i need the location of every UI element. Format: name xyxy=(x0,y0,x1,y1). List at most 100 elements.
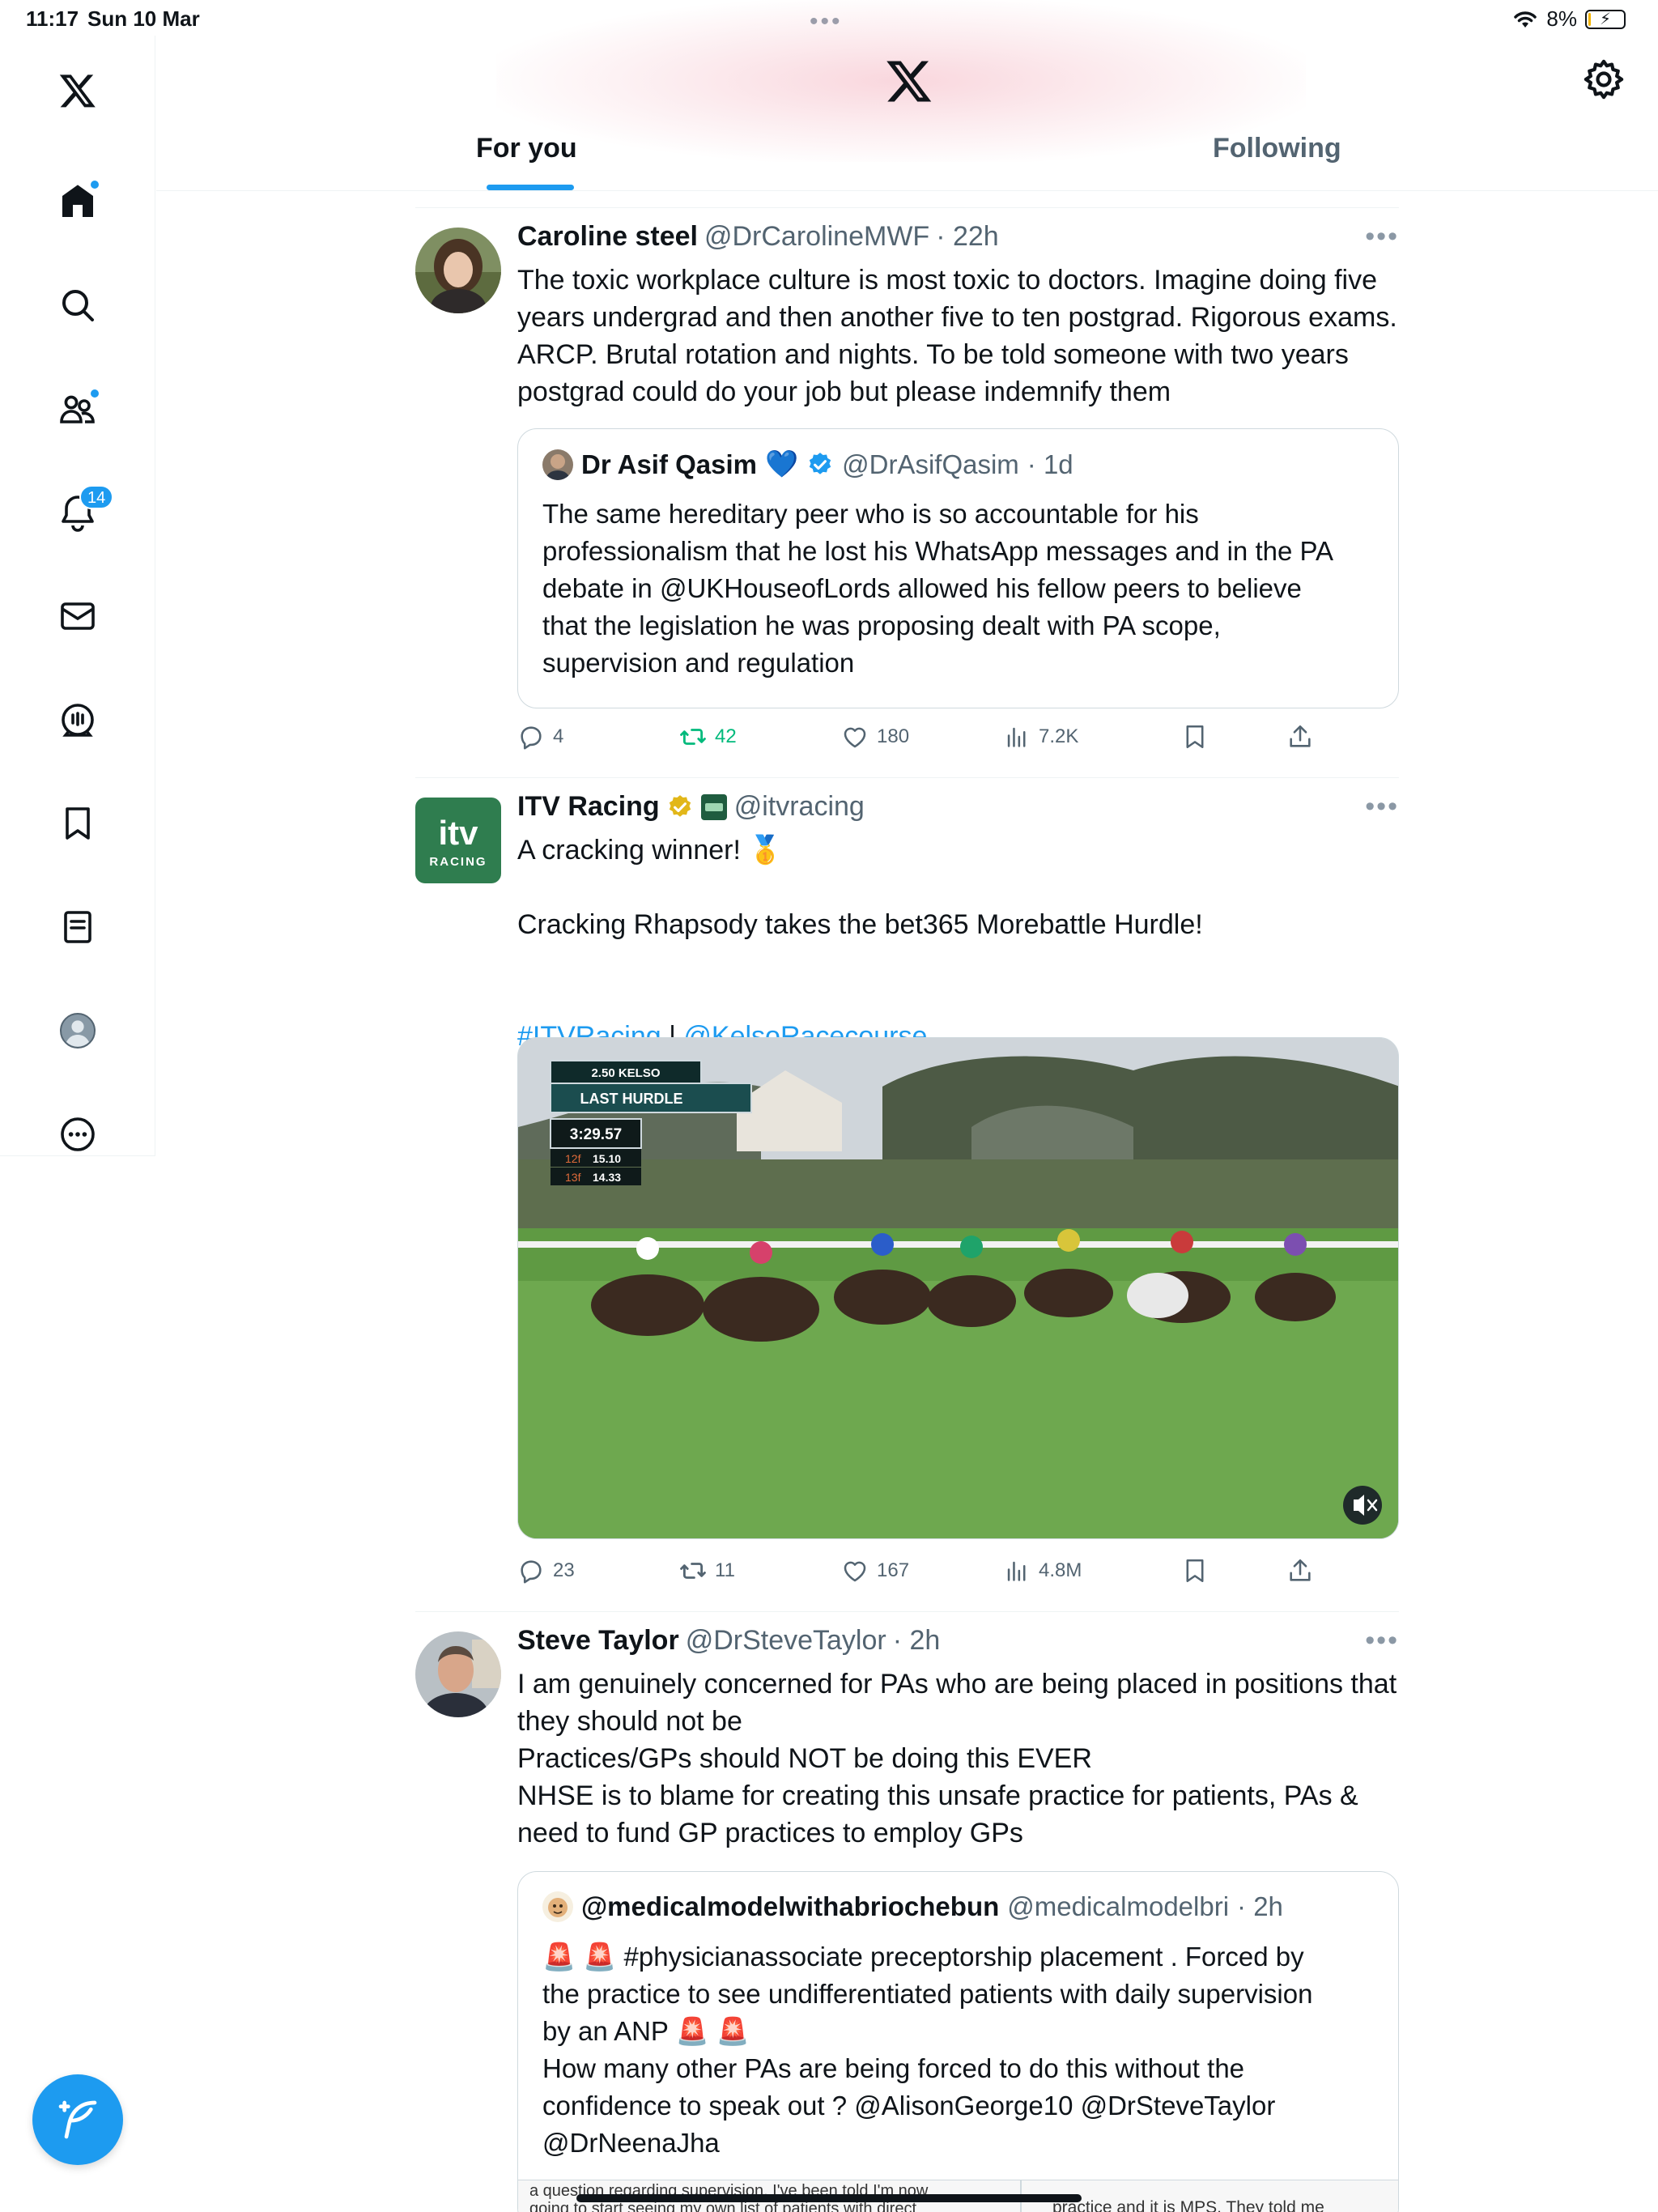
itv-logo-text: itv xyxy=(438,814,478,852)
like-heart-icon xyxy=(844,727,866,748)
affiliate-badge-icon xyxy=(700,793,727,820)
x-logo-icon xyxy=(59,74,96,108)
sidebar-item-notifications[interactable]: 14 xyxy=(45,480,114,545)
video-player[interactable]: 2.50 KELSO LAST HURDLE 3:29.57 12f 15.10… xyxy=(517,1037,1399,1539)
split1-time: 15.10 xyxy=(593,1152,621,1165)
tweet-actions: 4 42 180 7.2K xyxy=(517,723,1327,759)
messages-icon xyxy=(61,602,95,630)
sidebar-item-lists[interactable] xyxy=(45,895,110,959)
sidebar-item-explore[interactable] xyxy=(45,273,110,338)
notifications-count-badge: 14 xyxy=(79,485,114,509)
quoted-author-name: Dr Asif Qasim xyxy=(581,449,758,479)
tweet-itv-racing[interactable]: itv RACING ITV Racing @itvracing ••• A cr… xyxy=(415,777,1399,1611)
author-handle[interactable]: @DrCarolineMWF xyxy=(704,221,929,253)
bookmark-button[interactable] xyxy=(1181,1557,1209,1585)
views-button[interactable]: 7.2K xyxy=(1003,723,1078,751)
like-button[interactable]: 167 xyxy=(841,1557,909,1585)
lists-icon xyxy=(64,911,91,943)
tab-following[interactable]: Following xyxy=(1213,133,1341,164)
reply-button[interactable]: 23 xyxy=(517,1557,575,1585)
tweet-text: The toxic workplace culture is most toxi… xyxy=(517,265,1397,407)
share-button[interactable] xyxy=(1286,1557,1314,1585)
like-button[interactable]: 180 xyxy=(841,723,909,751)
retweet-button[interactable]: 11 xyxy=(679,1557,735,1585)
quoted-tweet-text: 🚨 🚨 #physicianassociate preceptorship pl… xyxy=(542,1942,1313,2158)
x-logo-icon[interactable] xyxy=(885,57,933,105)
tweet-text-line1: A cracking winner! 🥇 xyxy=(517,835,783,866)
bookmark-icon xyxy=(1186,725,1204,749)
sidebar-item-communities[interactable] xyxy=(45,376,110,441)
spaces-icon xyxy=(62,704,94,737)
author-name[interactable]: Steve Taylor xyxy=(517,1625,679,1657)
settings-gear-icon[interactable] xyxy=(1581,57,1626,102)
views-button[interactable]: 4.8M xyxy=(1003,1557,1082,1585)
heart-emoji: 💙 xyxy=(765,449,799,479)
quoted-timestamp: · 1d xyxy=(1027,449,1073,479)
tweet-header: Caroline steel @DrCarolineMWF · 22h xyxy=(517,221,999,253)
author-handle[interactable]: @DrSteveTaylor xyxy=(686,1625,886,1657)
split1-label: 12f xyxy=(565,1152,581,1165)
sidebar-item-bookmarks[interactable] xyxy=(45,791,110,856)
quoted-tweet-text: The same hereditary peer who is so accou… xyxy=(542,499,1334,678)
race-label: 2.50 KELSO xyxy=(591,1066,660,1080)
reply-button[interactable]: 4 xyxy=(517,723,563,751)
tweet-caroline-steel[interactable]: Caroline steel @DrCarolineMWF · 22h ••• … xyxy=(415,207,1399,777)
sidebar-item-more[interactable] xyxy=(45,1102,110,1167)
quoted-author-handle: @medicalmodelbri xyxy=(1007,1891,1230,1921)
quoted-tweet[interactable]: @medicalmodelwithabriochebun @medicalmod… xyxy=(517,1871,1399,2212)
tweet-text: I am genuinely concerned for PAs who are… xyxy=(517,1669,1397,1848)
retweet-icon xyxy=(680,1563,706,1579)
wifi-icon xyxy=(1514,11,1537,28)
more-options-icon[interactable]: ••• xyxy=(1365,791,1399,823)
quoted-image-right-text: practice and it is MPS. They told me xyxy=(1052,2198,1324,2212)
sidebar-item-profile[interactable] xyxy=(45,998,110,1063)
quoted-tweet[interactable]: Dr Asif Qasim 💙 @DrAsifQasim · 1d The sa… xyxy=(517,428,1399,708)
view-count: 7.2K xyxy=(1039,725,1079,747)
gold-verified-badge-icon xyxy=(669,794,691,817)
author-name[interactable]: ITV Racing xyxy=(517,791,660,823)
tweet-steve-taylor[interactable]: Steve Taylor @DrSteveTaylor · 2h ••• I a… xyxy=(415,1611,1399,2212)
views-chart-icon xyxy=(1007,727,1026,747)
author-name[interactable]: Caroline steel xyxy=(517,221,698,253)
tab-for-you[interactable]: For you xyxy=(476,133,577,164)
more-options-icon[interactable]: ••• xyxy=(1365,1625,1399,1657)
like-heart-icon xyxy=(844,1561,866,1582)
share-icon xyxy=(1290,725,1311,747)
status-indicators: 8% ⚡ xyxy=(1512,6,1626,32)
split2-label: 13f xyxy=(565,1171,581,1184)
status-date: Sun 10 Mar xyxy=(87,6,200,31)
author-handle[interactable]: @itvracing xyxy=(734,791,865,823)
compose-post-button[interactable] xyxy=(32,2074,123,2165)
sidebar-item-home[interactable] xyxy=(45,169,110,234)
reply-icon xyxy=(521,1560,542,1584)
bookmark-button[interactable] xyxy=(1181,723,1209,751)
battery-percent: 8% xyxy=(1546,6,1577,31)
quoted-tweet-header: Dr Asif Qasim 💙 @DrAsifQasim · 1d xyxy=(542,449,1073,480)
share-icon xyxy=(1290,1559,1311,1581)
avatar[interactable]: itv RACING xyxy=(415,798,501,883)
more-options-icon[interactable]: ••• xyxy=(1365,221,1399,253)
home-indicator[interactable] xyxy=(576,2194,1082,2202)
avatar[interactable] xyxy=(415,228,501,313)
compose-feather-icon xyxy=(58,2100,97,2139)
retweet-button[interactable]: 42 xyxy=(679,723,737,751)
like-count: 180 xyxy=(877,725,910,747)
share-button[interactable] xyxy=(1286,723,1314,751)
timestamp[interactable]: · 2h xyxy=(893,1625,941,1657)
timestamp[interactable]: · 22h xyxy=(936,221,999,253)
tab-selected-indicator xyxy=(487,185,574,190)
quoted-tweet-header: @medicalmodelwithabriochebun @medicalmod… xyxy=(542,1891,1283,1922)
views-chart-icon xyxy=(1007,1561,1026,1581)
sidebar-item-spaces[interactable] xyxy=(45,687,110,752)
home-unread-dot xyxy=(89,179,100,190)
quoted-author-handle: @DrAsifQasim xyxy=(842,449,1019,479)
charging-icon: ⚡ xyxy=(1599,10,1612,28)
race-stage-label: LAST HURDLE xyxy=(580,1091,683,1107)
battery-icon: ⚡ xyxy=(1585,9,1626,29)
search-icon xyxy=(62,290,94,321)
status-time: 11:17 xyxy=(26,6,79,31)
sidebar-item-messages[interactable] xyxy=(45,584,110,649)
sidebar-item-x-logo[interactable] xyxy=(45,58,110,123)
avatar[interactable] xyxy=(415,1631,501,1717)
verified-badge-icon xyxy=(809,452,831,474)
